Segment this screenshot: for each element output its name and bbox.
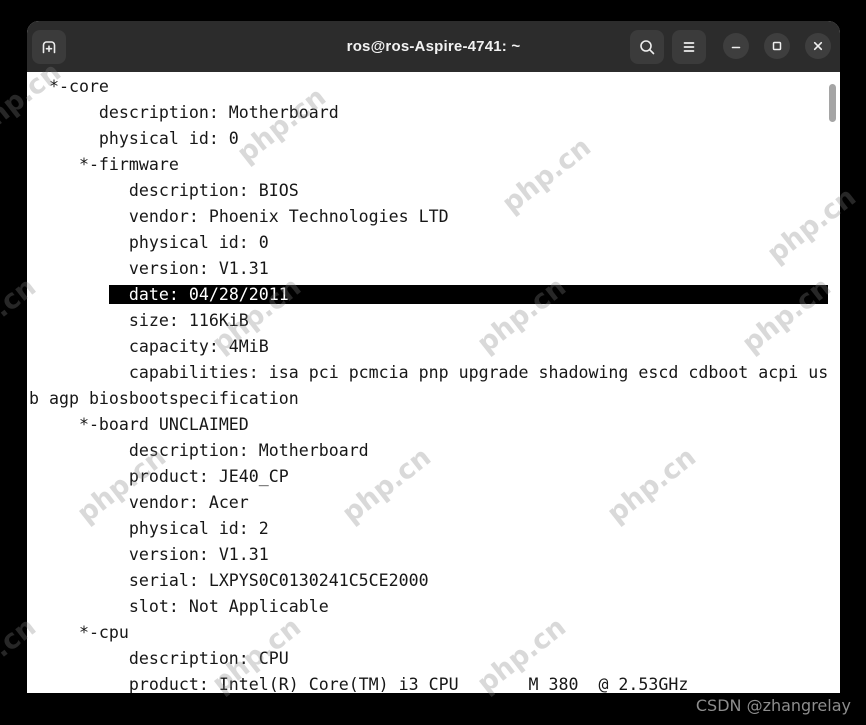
- close-button[interactable]: [805, 33, 831, 59]
- terminal-line: description: Motherboard: [29, 438, 840, 464]
- terminal-line: *-core: [29, 74, 840, 100]
- terminal-line: capabilities: isa pci pcmcia pnp upgrade…: [29, 360, 840, 386]
- search-icon: [637, 37, 657, 57]
- csdn-credit-watermark: CSDN @zhangrelay: [696, 696, 851, 715]
- terminal-line: physical id: 2: [29, 516, 840, 542]
- minimize-icon: [728, 38, 744, 54]
- terminal-line: description: CPU: [29, 646, 840, 672]
- terminal-line: vendor: Phoenix Technologies LTD: [29, 204, 840, 230]
- scrollbar-thumb[interactable]: [829, 84, 836, 122]
- minimize-button[interactable]: [723, 33, 749, 59]
- close-icon: [810, 38, 826, 54]
- highlight-prefix: [29, 285, 109, 304]
- terminal-line: *-firmware: [29, 152, 840, 178]
- terminal-line: date: 04/28/2011: [29, 282, 840, 308]
- hamburger-menu-icon: [679, 37, 699, 57]
- terminal-line: capacity: 4MiB: [29, 334, 840, 360]
- terminal-line: product: Intel(R) Core(TM) i3 CPU M 380 …: [29, 672, 840, 693]
- terminal-line: *-board UNCLAIMED: [29, 412, 840, 438]
- terminal-line: physical id: 0: [29, 126, 840, 152]
- menu-button[interactable]: [672, 30, 706, 64]
- terminal-window: ros@ros-Aspire-4741: ~: [27, 21, 840, 693]
- terminal-line: version: V1.31: [29, 256, 840, 282]
- search-button[interactable]: [630, 30, 664, 64]
- desktop-background: { "window": { "title": "ros@ros-Aspire-4…: [0, 0, 866, 725]
- terminal-screen[interactable]: *-core description: Motherboard physical…: [27, 72, 840, 693]
- terminal-line: vendor: Acer: [29, 490, 840, 516]
- terminal-output: *-core description: Motherboard physical…: [29, 74, 840, 693]
- terminal-line: *-cpu: [29, 620, 840, 646]
- terminal-line: description: BIOS: [29, 178, 840, 204]
- terminal-line: serial: LXPYS0C0130241C5CE2000: [29, 568, 840, 594]
- maximize-icon: [769, 38, 785, 54]
- terminal-line: size: 116KiB: [29, 308, 840, 334]
- terminal-line: description: Motherboard: [29, 100, 840, 126]
- terminal-line: product: JE40_CP: [29, 464, 840, 490]
- window-title: ros@ros-Aspire-4741: ~: [27, 21, 840, 72]
- search-highlight: date: 04/28/2011: [109, 285, 828, 304]
- terminal-line: slot: Not Applicable: [29, 594, 840, 620]
- terminal-line: version: V1.31: [29, 542, 840, 568]
- maximize-button[interactable]: [764, 33, 790, 59]
- terminal-line: b agp biosbootspecification: [29, 386, 840, 412]
- titlebar[interactable]: ros@ros-Aspire-4741: ~: [27, 21, 840, 72]
- terminal-line: physical id: 0: [29, 230, 840, 256]
